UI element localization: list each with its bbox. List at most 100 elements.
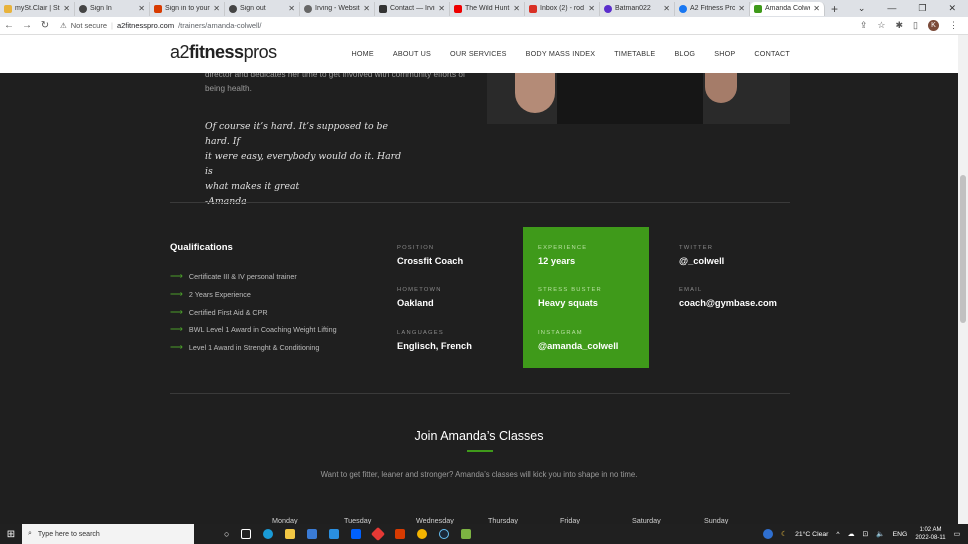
detail-stress-buster: STRESS BUSTER Heavy squats: [538, 287, 602, 308]
detail-instagram: INSTAGRAM @amanda_colwell: [538, 330, 619, 351]
close-window-icon[interactable]: ✕: [948, 3, 956, 14]
trainer-page: director and dedicates her time to get i…: [0, 73, 958, 524]
browser-tab[interactable]: mySt.Clair | St. C✕: [0, 1, 75, 16]
list-item: ⟶ 2 Years Experience: [170, 289, 251, 300]
browser-tab[interactable]: A2 Fitness Profi ✕: [675, 1, 750, 16]
twitter-link[interactable]: @_colwell: [679, 256, 724, 266]
windows-start-icon[interactable]: ⊞: [0, 529, 22, 540]
browser-tab[interactable]: Inbox (2) - rod ✕: [525, 1, 600, 16]
chrome-icon[interactable]: [417, 529, 428, 539]
cortana-icon[interactable]: ○: [224, 529, 229, 539]
warning-icon[interactable]: ⚠: [60, 21, 67, 30]
taskbar-clock[interactable]: 1:02 AM 2022-08-11: [915, 526, 945, 542]
tray-app-icon[interactable]: [763, 529, 773, 539]
store-icon[interactable]: [307, 529, 318, 539]
security-label[interactable]: Not secure: [71, 21, 107, 30]
notepad-icon[interactable]: [461, 529, 472, 539]
volume-icon[interactable]: 🔈: [876, 530, 884, 538]
close-tab-icon[interactable]: ✕: [363, 4, 370, 13]
close-tab-icon[interactable]: ✕: [513, 4, 520, 13]
forward-icon[interactable]: →: [18, 20, 36, 31]
menu-item-blog[interactable]: BLOG: [674, 49, 695, 58]
browser-tab[interactable]: The Wild Hunt ✕: [450, 1, 525, 16]
browser-tab[interactable]: Contact — Irvin ✕: [375, 1, 450, 16]
main-menu: HOME ABOUT US OUR SERVICES BODY MASS IND…: [332, 49, 790, 58]
weather-text[interactable]: 21°C Clear: [795, 531, 828, 538]
browser-tab[interactable]: Irving - Website ✕: [300, 1, 375, 16]
search-icon: ⌕: [28, 530, 32, 537]
scrollbar-thumb[interactable]: [960, 175, 966, 323]
close-tab-icon[interactable]: ✕: [438, 4, 445, 13]
qualifications-list: ⟶ Certificate III & IV personal trainer ⟶…: [170, 268, 337, 356]
menu-item-home[interactable]: HOME: [351, 49, 373, 58]
network-icon[interactable]: ⊡: [862, 530, 868, 538]
menu-item-contact[interactable]: CONTACT: [754, 49, 790, 58]
steam-icon[interactable]: [439, 529, 450, 539]
menu-item-timetable[interactable]: TIMETABLE: [614, 49, 655, 58]
extensions-icon[interactable]: ✱: [896, 20, 904, 31]
tab-favicon-icon: [454, 4, 462, 13]
share-icon[interactable]: ⇪: [860, 20, 868, 31]
mail-icon[interactable]: [329, 529, 340, 539]
close-tab-icon[interactable]: ✕: [588, 4, 595, 13]
highlight-box: EXPERIENCE 12 years STRESS BUSTER Heavy …: [523, 227, 649, 368]
side-panel-icon[interactable]: ▯: [913, 20, 918, 31]
photo-arm-left: [515, 73, 555, 113]
dropbox-icon[interactable]: [351, 529, 362, 539]
url-field[interactable]: ⚠ Not secure | a2fitnesspro.com/trainers…: [60, 21, 261, 30]
tab-favicon-icon: [679, 4, 687, 13]
close-tab-icon[interactable]: ✕: [738, 4, 745, 13]
close-tab-icon[interactable]: ✕: [813, 4, 820, 13]
restore-icon[interactable]: ❐: [918, 3, 926, 14]
close-tab-icon[interactable]: ✕: [663, 4, 670, 13]
profile-avatar[interactable]: K: [928, 20, 939, 31]
site-logo[interactable]: a2fitnesspros: [170, 42, 277, 63]
page-scrollbar[interactable]: [958, 35, 968, 524]
close-tab-icon[interactable]: ✕: [63, 4, 70, 13]
search-placeholder: Type here to search: [37, 530, 100, 538]
task-view-icon[interactable]: [241, 529, 252, 539]
menu-item-services[interactable]: OUR SERVICES: [450, 49, 507, 58]
app-red-icon[interactable]: [371, 526, 386, 542]
close-tab-icon[interactable]: ✕: [138, 4, 145, 13]
trainer-quote: Of course it’s hard. It’s supposed to be…: [205, 121, 402, 207]
taskbar-search[interactable]: ⌕ Type here to search: [22, 524, 194, 544]
browser-menu-icon[interactable]: ⋮: [949, 20, 958, 31]
menu-item-shop[interactable]: SHOP: [714, 49, 735, 58]
reload-icon[interactable]: ↻: [36, 20, 54, 31]
language-indicator[interactable]: ENG: [893, 531, 908, 538]
instagram-link[interactable]: @amanda_colwell: [538, 341, 618, 351]
site-header: a2fitnesspros HOME ABOUT US OUR SERVICES…: [0, 35, 958, 73]
menu-item-about[interactable]: ABOUT US: [393, 49, 431, 58]
system-tray: ☾ 21°C Clear ^ ☁ ⊡ 🔈 ENG 1:02 AM 2022-08…: [763, 526, 968, 542]
tab-search-icon[interactable]: ⌄: [858, 3, 866, 14]
close-tab-icon[interactable]: ✕: [288, 4, 295, 13]
minimize-icon[interactable]: —: [887, 3, 896, 14]
tab-favicon-icon: [229, 4, 237, 13]
bookmark-star-icon[interactable]: ☆: [877, 20, 885, 31]
tray-overflow-icon[interactable]: ^: [836, 531, 839, 538]
trainer-photo: [487, 73, 790, 124]
qualifications-title: Qualifications: [170, 242, 233, 253]
browser-tab[interactable]: Sign in to your ✕: [150, 1, 225, 16]
new-tab-button[interactable]: +: [831, 2, 838, 16]
file-explorer-icon[interactable]: [285, 529, 296, 539]
classes-title: Join Amanda’s Classes: [414, 429, 544, 443]
browser-tab[interactable]: Sign In ✕: [75, 1, 150, 16]
list-item: ⟶ Certificate III & IV personal trainer: [170, 271, 297, 282]
browser-tab-active[interactable]: Amanda Colwel ✕: [750, 1, 825, 16]
edge-icon[interactable]: [263, 529, 274, 539]
arrow-right-icon: ⟶: [170, 289, 183, 300]
browser-tab[interactable]: Sign out ✕: [225, 1, 300, 16]
menu-item-bmi[interactable]: BODY MASS INDEX: [526, 49, 596, 58]
close-tab-icon[interactable]: ✕: [213, 4, 220, 13]
office-icon[interactable]: [395, 529, 406, 539]
title-underline: [467, 450, 493, 452]
onedrive-icon[interactable]: ☁: [848, 530, 855, 538]
browser-tab[interactable]: Batman022 ✕: [600, 1, 675, 16]
email-link[interactable]: coach@gymbase.com: [679, 298, 777, 308]
notifications-icon[interactable]: ▭: [954, 530, 960, 538]
taskbar-apps: ○: [224, 526, 472, 542]
detail-languages: LANGUAGES Englisch, French: [397, 330, 472, 351]
back-icon[interactable]: ←: [0, 20, 18, 31]
